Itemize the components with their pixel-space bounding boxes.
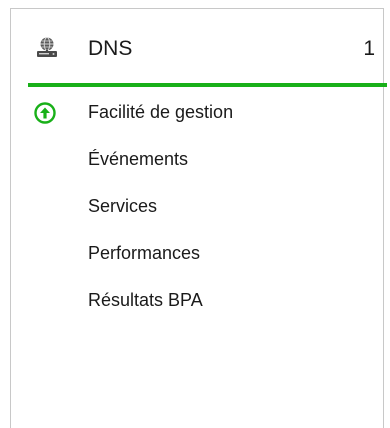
status-bar	[28, 83, 387, 87]
dns-role-tile: DNS 1 Facilité de gestion Événements Ser…	[10, 8, 387, 428]
server-count[interactable]: 1	[363, 36, 375, 62]
server-globe-icon	[37, 37, 57, 57]
item-performance[interactable]: Performances	[88, 241, 200, 265]
item-bpa-results[interactable]: Résultats BPA	[88, 288, 203, 312]
tile-header[interactable]: DNS 1	[11, 9, 383, 89]
tile-title[interactable]: DNS	[88, 36, 132, 62]
green-up-arrow-icon	[34, 102, 56, 124]
item-services[interactable]: Services	[88, 194, 157, 218]
item-manageability[interactable]: Facilité de gestion	[88, 100, 233, 124]
item-events[interactable]: Événements	[88, 147, 188, 171]
